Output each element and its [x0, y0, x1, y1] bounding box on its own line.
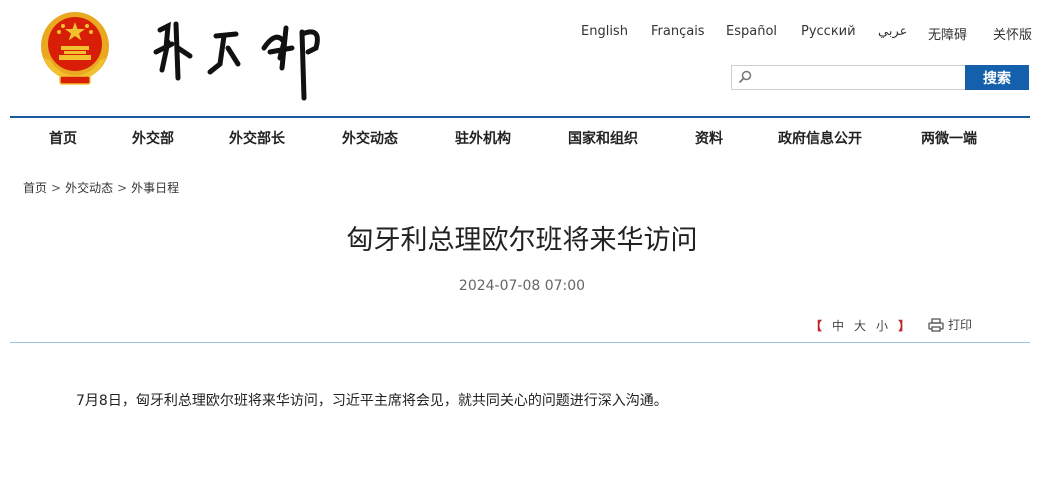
search-input[interactable]: [731, 65, 967, 90]
site-header: English Français Español Русский عربي 无障…: [0, 0, 1044, 117]
search-icon: [738, 70, 752, 84]
lang-english-link[interactable]: English: [581, 24, 628, 39]
font-size-close-bracket: 】: [898, 319, 911, 333]
article-date: 2024-07-08 07:00: [458, 278, 586, 294]
search-button[interactable]: 搜索: [965, 65, 1029, 90]
breadcrumb-diplomatic-news-link[interactable]: 外交动态: [65, 181, 113, 195]
font-size-small-button[interactable]: 小: [876, 319, 888, 333]
breadcrumb: 首页 > 外交动态 > 外事日程: [23, 179, 179, 196]
language-switcher: English Français Español Русский عربي 无障…: [0, 24, 1044, 44]
nav-item-ministry[interactable]: 外交部: [132, 128, 174, 148]
accessibility-link[interactable]: 无障碍: [928, 24, 967, 43]
nav-item-foreign-minister[interactable]: 外交部长: [229, 128, 285, 148]
nav-item-social-media[interactable]: 两微一端: [921, 128, 977, 148]
font-size-open-bracket: 【: [810, 319, 823, 333]
main-nav: 首页 外交部 外交部长 外交动态 驻外机构 国家和组织 资料 政府信息公开 两微…: [0, 118, 1044, 158]
breadcrumb-schedule-link[interactable]: 外事日程: [131, 181, 179, 195]
lang-french-link[interactable]: Français: [651, 24, 705, 39]
nav-item-government-info[interactable]: 政府信息公开: [778, 128, 862, 148]
elderly-care-version-link[interactable]: 关怀版: [993, 24, 1032, 43]
search-bar: 搜索: [731, 65, 1029, 90]
font-size-medium-button[interactable]: 中: [832, 319, 844, 333]
nav-item-diplomatic-news[interactable]: 外交动态: [342, 128, 398, 148]
nav-item-countries-organizations[interactable]: 国家和组织: [568, 128, 638, 148]
lang-spanish-link[interactable]: Español: [726, 24, 777, 39]
article-title: 匈牙利总理欧尔班将来华访问: [346, 225, 698, 256]
breadcrumb-separator: >: [117, 181, 128, 195]
content-divider: [10, 342, 1030, 343]
font-size-switcher: 【中大小】: [810, 317, 920, 334]
nav-item-home[interactable]: 首页: [49, 128, 77, 148]
lang-russian-link[interactable]: Русский: [801, 24, 856, 39]
ministry-calligraphy-logo[interactable]: [146, 8, 342, 106]
nav-item-missions-overseas[interactable]: 驻外机构: [455, 128, 511, 148]
national-emblem-logo[interactable]: [38, 10, 112, 88]
printer-icon: [928, 318, 944, 332]
breadcrumb-separator: >: [51, 181, 62, 195]
article-body: 7月8日，匈牙利总理欧尔班将来华访问，习近平主席将会见，就共同关心的问题进行深入…: [76, 393, 668, 409]
print-label: 打印: [948, 318, 973, 332]
font-size-large-button[interactable]: 大: [854, 319, 866, 333]
nav-item-resources[interactable]: 资料: [695, 128, 723, 148]
print-button[interactable]: 打印: [928, 316, 972, 333]
lang-arabic-link[interactable]: عربي: [878, 24, 907, 39]
breadcrumb-home-link[interactable]: 首页: [23, 181, 47, 195]
